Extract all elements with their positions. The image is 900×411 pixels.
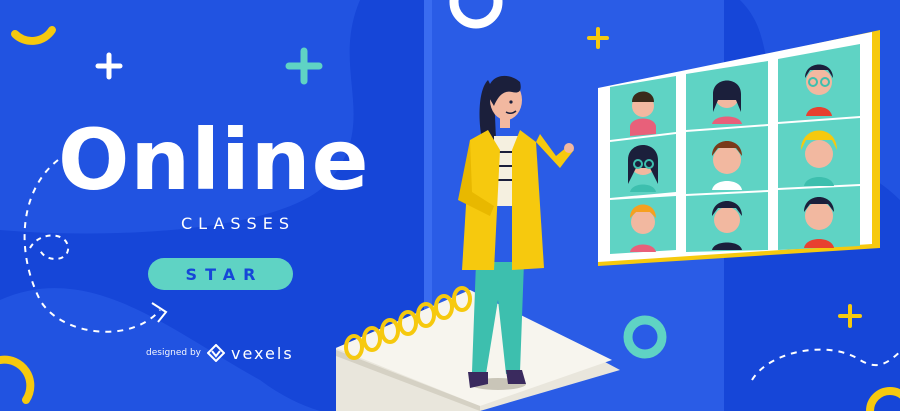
banner-title: Online: [58, 111, 370, 209]
plus-icon: [838, 304, 862, 328]
ring-icon: [866, 387, 900, 411]
online-classes-banner: Online CLASSES STAR designed by vexels: [0, 0, 900, 411]
video-tile: [686, 192, 768, 252]
star-button[interactable]: STAR: [148, 258, 293, 290]
dashed-path: [29, 234, 70, 260]
video-tile: [686, 126, 768, 194]
video-tile: [610, 76, 676, 140]
video-tile: [778, 186, 860, 250]
credit-prefix: designed by: [146, 348, 202, 358]
video-tile: [778, 118, 860, 188]
video-tile: [610, 196, 676, 254]
banner-subtitle: CLASSES: [181, 214, 295, 233]
star-button-label: STAR: [185, 264, 264, 284]
credit-brand: vexels: [231, 343, 294, 363]
vexels-credit[interactable]: designed by vexels: [146, 343, 294, 363]
vexels-logo-icon: [207, 344, 226, 362]
dashed-path: [751, 348, 900, 381]
video-tile: [610, 134, 676, 198]
